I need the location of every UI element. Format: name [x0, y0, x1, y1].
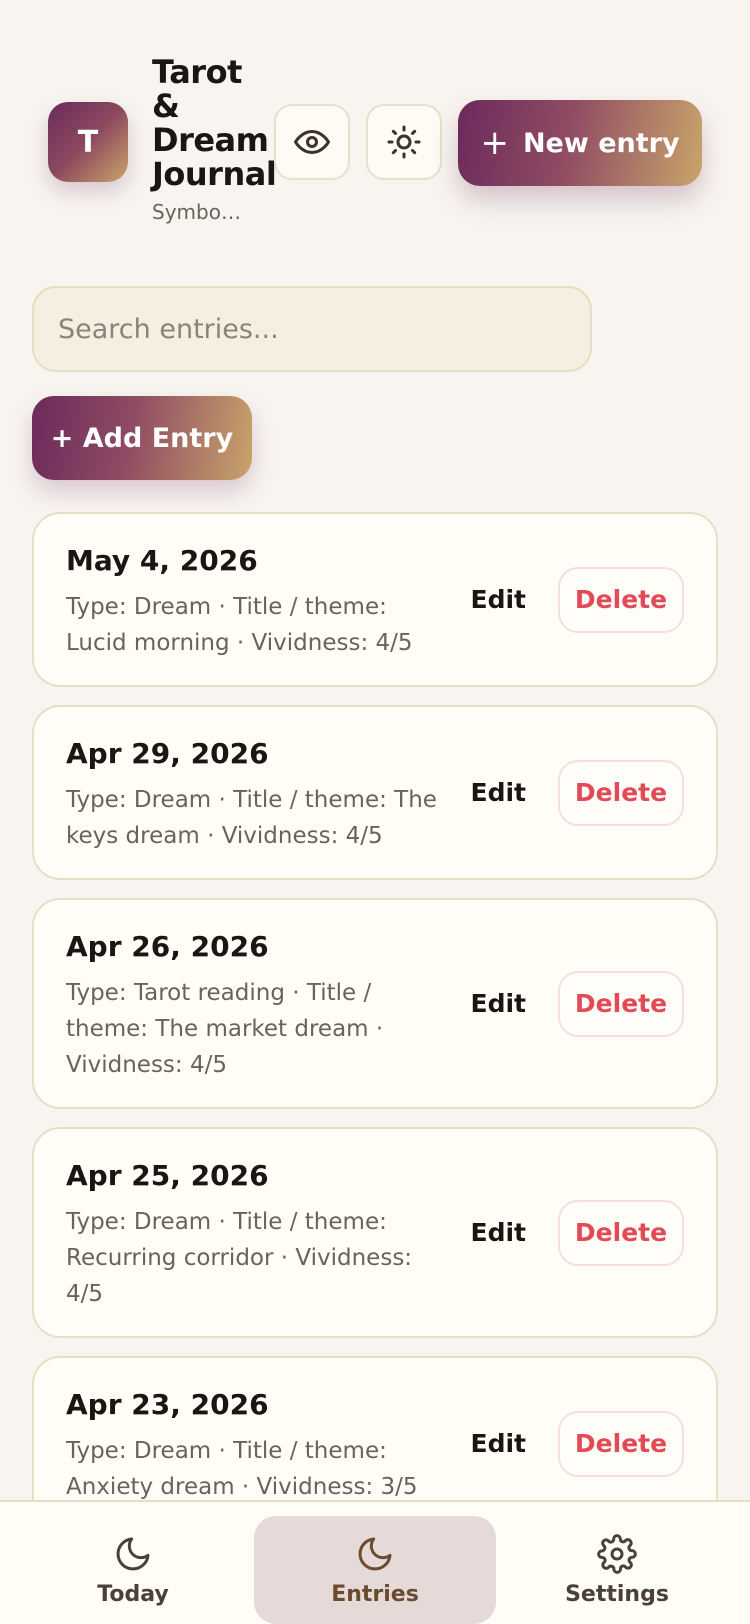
entry-date: Apr 25, 2026: [66, 1159, 269, 1192]
nav-settings[interactable]: Settings: [496, 1516, 738, 1624]
entry-card: May 4, 2026 Type: Dream · Title / theme:…: [32, 512, 718, 687]
bottom-nav: Today Entries Settings: [0, 1500, 750, 1624]
journal-screen: T Tarot & Dream Journal Symbo… + New ent…: [0, 0, 750, 1624]
entry-meta: Type: Dream · Title / theme: The keys dr…: [66, 787, 437, 849]
sun-icon: [387, 125, 421, 159]
delete-button[interactable]: Delete: [558, 759, 684, 826]
app-logo: T: [48, 102, 128, 182]
moon-icon: [116, 1537, 150, 1570]
app-header: T Tarot & Dream Journal Symbo… + New ent…: [0, 0, 750, 250]
entry-meta: Type: Dream · Title / theme: Lucid morni…: [66, 594, 413, 656]
eye-icon: [294, 130, 330, 154]
entry-date: Apr 23, 2026: [66, 1388, 269, 1421]
add-entry-button[interactable]: + Add Entry: [32, 396, 252, 480]
delete-button[interactable]: Delete: [558, 1199, 684, 1266]
app-title: Tarot & Dream Journal: [152, 53, 277, 193]
entry-meta: Type: Tarot reading · Title / theme: The…: [66, 980, 384, 1078]
moon-icon: [358, 1537, 392, 1570]
nav-label: Today: [97, 1581, 169, 1607]
nav-label: Entries: [331, 1581, 419, 1607]
edit-button[interactable]: Edit: [471, 1429, 527, 1458]
entry-meta: Type: Dream · Title / theme: Anxiety dre…: [66, 1438, 418, 1500]
entry-date: May 4, 2026: [66, 544, 258, 577]
entry-meta: Type: Dream · Title / theme: Recurring c…: [66, 1209, 413, 1307]
entry-date: Apr 29, 2026: [66, 737, 269, 770]
search-input[interactable]: [58, 313, 566, 345]
privacy-toggle-button[interactable]: [274, 104, 350, 180]
delete-button[interactable]: Delete: [558, 1410, 684, 1477]
delete-button[interactable]: Delete: [558, 566, 684, 633]
edit-button[interactable]: Edit: [471, 778, 527, 807]
edit-button[interactable]: Edit: [471, 989, 527, 1018]
nav-entries[interactable]: Entries: [254, 1516, 496, 1624]
edit-button[interactable]: Edit: [471, 1218, 527, 1247]
entry-card: Apr 25, 2026 Type: Dream · Title / theme…: [32, 1127, 718, 1338]
edit-button[interactable]: Edit: [471, 585, 527, 614]
new-entry-button[interactable]: + New entry: [458, 100, 702, 186]
entry-card: Apr 29, 2026 Type: Dream · Title / theme…: [32, 705, 718, 880]
new-entry-label: New entry: [522, 127, 680, 159]
nav-today[interactable]: Today: [12, 1516, 254, 1624]
app-subtitle: Symbo…: [152, 200, 241, 224]
gear-icon: [597, 1533, 637, 1574]
delete-button[interactable]: Delete: [558, 970, 684, 1037]
entry-date: Apr 26, 2026: [66, 930, 269, 963]
entries-list: May 4, 2026 Type: Dream · Title / theme:…: [32, 512, 718, 1549]
theme-toggle-button[interactable]: [366, 104, 442, 180]
entry-card: Apr 26, 2026 Type: Tarot reading · Title…: [32, 898, 718, 1109]
search-field[interactable]: [32, 286, 592, 372]
plus-icon: +: [480, 123, 509, 163]
nav-label: Settings: [565, 1581, 669, 1607]
